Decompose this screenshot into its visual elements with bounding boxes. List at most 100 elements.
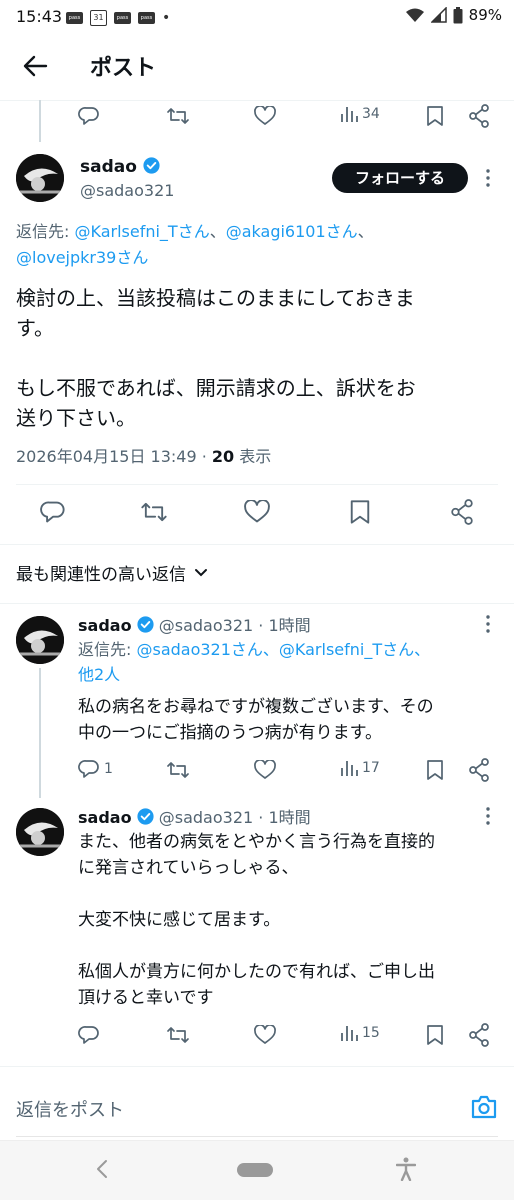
nav-home-pill[interactable] bbox=[237, 1163, 273, 1177]
avatar[interactable] bbox=[16, 808, 64, 856]
bookmark-icon[interactable] bbox=[426, 105, 444, 127]
pass-icon: pass bbox=[66, 12, 83, 24]
reply-author-row: sadao @sadao321 · 1時間 bbox=[78, 612, 311, 636]
reply-icon[interactable] bbox=[78, 1024, 100, 1046]
pass-icon: pass bbox=[114, 12, 131, 24]
battery-percent: 89% bbox=[468, 6, 502, 24]
repost-icon[interactable] bbox=[166, 759, 190, 781]
bookmark-icon[interactable] bbox=[426, 1024, 444, 1046]
separator: 、 bbox=[357, 222, 374, 241]
share-icon[interactable] bbox=[468, 1023, 490, 1047]
reply-time: · 1時間 bbox=[253, 808, 311, 827]
repost-icon[interactable] bbox=[166, 1024, 190, 1046]
camera-icon[interactable] bbox=[470, 1094, 498, 1120]
reply-to-prefix: 返信先: bbox=[78, 640, 137, 659]
divider bbox=[16, 484, 498, 485]
reply-body-line: 中の一つにご指摘のうつ病が有ります。 bbox=[78, 723, 382, 743]
status-time: 15:43 bbox=[16, 7, 63, 26]
main-post-actions bbox=[0, 496, 514, 530]
like-icon[interactable] bbox=[254, 760, 276, 780]
signal-icon bbox=[430, 7, 447, 23]
reply-icon[interactable] bbox=[40, 499, 66, 525]
status-right: 89% bbox=[405, 6, 502, 24]
share-icon[interactable] bbox=[468, 104, 490, 128]
mention-link[interactable]: @Karlsefni_Tさん bbox=[74, 222, 209, 241]
status-bar: 15:43 pass 31 pass pass • 89% bbox=[0, 0, 514, 34]
post-body-line: 送り下さい。 bbox=[16, 406, 136, 430]
avatar-image bbox=[16, 616, 64, 664]
verified-badge-icon bbox=[143, 157, 160, 174]
prev-post-actions: 34 bbox=[78, 104, 490, 130]
display-name[interactable]: sadao bbox=[78, 808, 132, 827]
views-stat[interactable]: 15 bbox=[340, 1024, 380, 1042]
divider bbox=[0, 603, 514, 604]
reply-body-line: に発言されていらっしゃる、 bbox=[78, 858, 299, 878]
mention-link[interactable]: @akagi6101さん bbox=[226, 222, 358, 241]
more-options-icon[interactable] bbox=[484, 614, 492, 634]
post-body-line: 検討の上、当該投稿はこのままにしておきま bbox=[16, 286, 415, 310]
page-title: ポスト bbox=[90, 56, 157, 81]
post-timestamp[interactable]: 2026年04月15日 13:49 · bbox=[16, 447, 212, 466]
avatar[interactable] bbox=[16, 154, 64, 202]
like-icon[interactable] bbox=[254, 1025, 276, 1045]
thread-line bbox=[39, 668, 41, 798]
avatar[interactable] bbox=[16, 616, 64, 664]
share-icon[interactable] bbox=[468, 758, 490, 782]
reply-stat[interactable]: 1 bbox=[78, 758, 113, 780]
sort-replies-button[interactable]: 最も関連性の高い返信 bbox=[16, 560, 208, 585]
display-name[interactable]: sadao bbox=[80, 157, 137, 177]
post-meta: 2026年04月15日 13:49 · 20 表示 bbox=[16, 443, 271, 467]
reply-count: 1 bbox=[104, 761, 113, 777]
author-handle[interactable]: @sadao321 bbox=[80, 181, 174, 200]
reply-compose-input[interactable]: 返信をポスト bbox=[16, 1096, 124, 1122]
reply-actions: 15 bbox=[78, 1023, 490, 1049]
post-body: 検討の上、当該投稿はこのままにしておきま す。 もし不服であれば、開示請求の上、… bbox=[16, 283, 416, 433]
notification-icons: pass 31 pass pass • bbox=[66, 10, 170, 26]
accessibility-icon[interactable] bbox=[396, 1157, 416, 1181]
views-count: 15 bbox=[362, 1025, 380, 1041]
author-handle[interactable]: @sadao321 bbox=[159, 616, 253, 635]
divider bbox=[16, 1136, 498, 1137]
views-icon bbox=[341, 761, 358, 776]
repost-icon[interactable] bbox=[140, 499, 168, 525]
reply-icon bbox=[78, 760, 99, 778]
display-name[interactable]: sadao bbox=[78, 616, 132, 635]
like-icon[interactable] bbox=[254, 106, 276, 126]
reply-to-line: 返信先: @sadao321さん、@Karlsefni_Tさん、 他2人 bbox=[78, 637, 430, 687]
mention-link[interactable]: @sadao321さん、@Karlsefni_Tさん、 bbox=[136, 640, 430, 659]
reply-time: · 1時間 bbox=[253, 616, 311, 635]
wifi-icon bbox=[405, 8, 424, 22]
mention-link[interactable]: 他2人 bbox=[78, 665, 120, 684]
reply-icon[interactable] bbox=[78, 105, 100, 127]
back-arrow-icon[interactable] bbox=[22, 54, 48, 78]
like-icon[interactable] bbox=[244, 500, 270, 524]
repost-icon[interactable] bbox=[166, 105, 190, 127]
more-options-icon[interactable] bbox=[484, 806, 492, 826]
views-icon bbox=[341, 1026, 358, 1041]
bookmark-icon[interactable] bbox=[426, 759, 444, 781]
views-stat[interactable]: 17 bbox=[340, 759, 380, 777]
thread-line bbox=[39, 100, 41, 142]
reply-to-prefix: 返信先: bbox=[16, 222, 75, 241]
avatar-image bbox=[16, 808, 64, 856]
more-options-icon[interactable] bbox=[484, 168, 492, 188]
reply-to-line: 返信先: @Karlsefni_Tさん、@akagi6101さん、 @lovejp… bbox=[16, 219, 506, 271]
verified-badge-icon bbox=[137, 808, 154, 825]
reply-body: 私の病名をお尋ねですが複数ございます、その 中の一つにご指摘のうつ病が有ります。 bbox=[78, 694, 434, 746]
share-icon[interactable] bbox=[450, 498, 474, 526]
follow-button[interactable]: フォローする bbox=[332, 163, 468, 193]
views-stat[interactable]: 34 bbox=[340, 105, 380, 123]
header bbox=[0, 34, 514, 101]
reply-author-row: sadao @sadao321 · 1時間 bbox=[78, 804, 311, 828]
post-body-line: もし不服であれば、開示請求の上、訴状をお bbox=[16, 376, 416, 400]
author-handle[interactable]: @sadao321 bbox=[159, 808, 253, 827]
calendar-icon: 31 bbox=[90, 10, 107, 26]
nav-back-icon[interactable] bbox=[96, 1159, 108, 1179]
bookmark-icon[interactable] bbox=[349, 499, 371, 525]
views-icon bbox=[341, 107, 358, 122]
pass-icon: pass bbox=[138, 12, 155, 24]
more-notifications-dot: • bbox=[162, 10, 171, 26]
views-count: 34 bbox=[362, 106, 380, 122]
avatar-image bbox=[16, 154, 64, 202]
mention-link[interactable]: @lovejpkr39さん bbox=[16, 248, 148, 267]
